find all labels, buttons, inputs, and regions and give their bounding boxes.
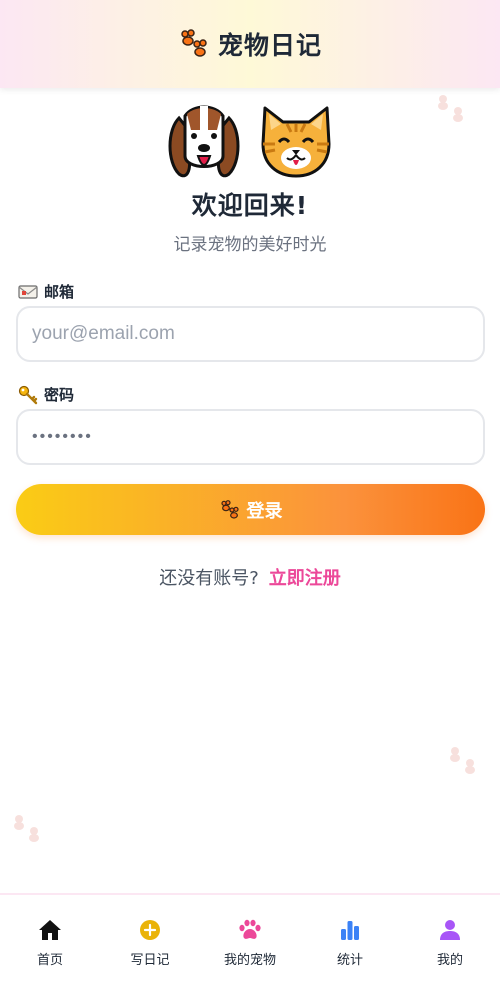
password-label-text: 密码 [44, 386, 75, 404]
nav-label-home: 首页 [36, 953, 63, 968]
nav-item-my-pets[interactable]: 我的宠物 [200, 895, 300, 968]
envelope-icon [18, 284, 38, 299]
app-title: 宠物日记 [217, 31, 322, 60]
email-label: 邮箱 [18, 281, 74, 302]
nav-item-write-diary[interactable]: 写日记 [100, 895, 200, 968]
bottom-navigation: 首页 写日记 我的宠物 统计 我的 [0, 893, 500, 982]
welcome-heading: 欢迎回来! [191, 191, 309, 220]
email-input[interactable] [16, 306, 485, 362]
email-label-text: 邮箱 [44, 283, 75, 301]
password-label: 密码 [18, 384, 74, 405]
register-prompt-text: 还没有账号? [159, 568, 259, 589]
nav-item-profile[interactable]: 我的 [400, 895, 500, 968]
welcome-subtitle: 记录宠物的美好时光 [173, 235, 327, 255]
cat-icon [261, 106, 331, 178]
bar-chart-icon [341, 921, 359, 940]
nav-label-write-diary: 写日记 [130, 953, 170, 968]
register-prompt: 还没有账号? 立即注册 [0, 564, 500, 590]
key-icon [18, 385, 38, 404]
paw-decoration-icon [438, 95, 463, 122]
welcome-section: 欢迎回来! 记录宠物的美好时光 [0, 100, 500, 255]
dog-icon [168, 105, 240, 178]
pet-illustrations [0, 100, 500, 184]
home-icon [39, 920, 61, 940]
nav-label-profile: 我的 [436, 953, 463, 968]
nav-label-stats: 统计 [336, 953, 363, 968]
password-input[interactable] [16, 409, 485, 465]
add-circle-icon [140, 920, 160, 940]
paw-icon [181, 29, 207, 57]
paw-decoration-icon [14, 815, 39, 842]
nav-label-my-pets: 我的宠物 [223, 953, 276, 968]
paw-decoration-icon [450, 747, 475, 774]
nav-item-home[interactable]: 首页 [0, 895, 100, 968]
login-button[interactable]: 登录 [16, 484, 485, 535]
login-button-label: 登录 [246, 500, 283, 521]
paw-icon [220, 499, 239, 519]
app-header: 宠物日记 [0, 0, 500, 88]
paw-icon [239, 919, 261, 939]
register-link[interactable]: 立即注册 [269, 568, 341, 589]
user-icon [440, 920, 460, 940]
nav-item-stats[interactable]: 统计 [300, 895, 400, 968]
